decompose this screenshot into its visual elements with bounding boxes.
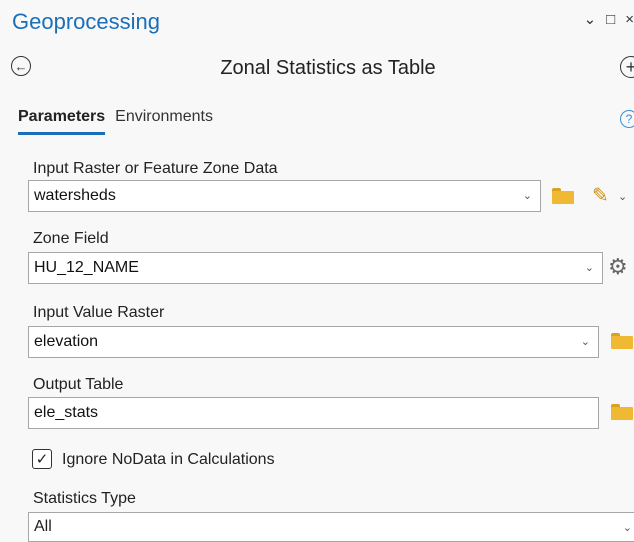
ignore-nodata-label: Ignore NoData in Calculations [62, 451, 275, 468]
stats-type-value: All [34, 518, 52, 535]
input-zone-select[interactable]: watersheds ⌄ [28, 180, 541, 212]
browse-folder-icon[interactable] [611, 404, 633, 420]
output-table-value: ele_stats [34, 404, 99, 421]
pane-close-icon[interactable]: × [625, 11, 634, 28]
value-raster-value: elevation [34, 333, 99, 350]
value-raster-label: Input Value Raster [33, 304, 165, 321]
sketch-pencil-icon[interactable]: ✎ [592, 183, 609, 208]
tool-title: Zonal Statistics as Table [220, 57, 436, 79]
window-controls: ⌄ □ × [584, 10, 634, 29]
ignore-nodata-checkbox[interactable]: ✓ [32, 449, 52, 469]
chevron-down-icon[interactable]: ⌄ [618, 190, 627, 203]
chevron-down-icon[interactable]: ⌄ [581, 335, 590, 348]
gear-icon[interactable]: ⚙ [608, 254, 628, 280]
input-zone-label: Input Raster or Feature Zone Data [33, 160, 278, 177]
tool-tabs: Parameters Environments [18, 108, 213, 135]
output-table-label: Output Table [33, 376, 124, 393]
stats-type-select[interactable]: All ⌄ [28, 512, 634, 542]
tab-environments[interactable]: Environments [115, 108, 213, 135]
chevron-down-icon[interactable]: ⌄ [523, 189, 532, 202]
tool-header: ← Zonal Statistics as Table + [0, 50, 634, 90]
pane-options-icon[interactable]: ⌄ [584, 10, 597, 28]
tab-parameters[interactable]: Parameters [18, 108, 106, 135]
value-raster-select[interactable]: elevation ⌄ [28, 326, 599, 358]
browse-folder-icon[interactable] [611, 333, 633, 349]
pane-maximize-icon[interactable]: □ [606, 11, 615, 28]
help-icon[interactable]: ? [620, 110, 634, 128]
output-table-input[interactable]: ele_stats [28, 397, 599, 429]
browse-folder-icon[interactable] [552, 188, 574, 204]
chevron-down-icon[interactable]: ⌄ [585, 261, 594, 274]
chevron-down-icon[interactable]: ⌄ [623, 521, 632, 534]
zone-field-value: HU_12_NAME [34, 259, 139, 276]
zone-field-label: Zone Field [33, 230, 109, 247]
zone-field-select[interactable]: HU_12_NAME ⌄ [28, 252, 603, 284]
pane-title: Geoprocessing [12, 9, 160, 34]
stats-type-label: Statistics Type [33, 490, 136, 507]
input-zone-value: watersheds [34, 187, 116, 204]
